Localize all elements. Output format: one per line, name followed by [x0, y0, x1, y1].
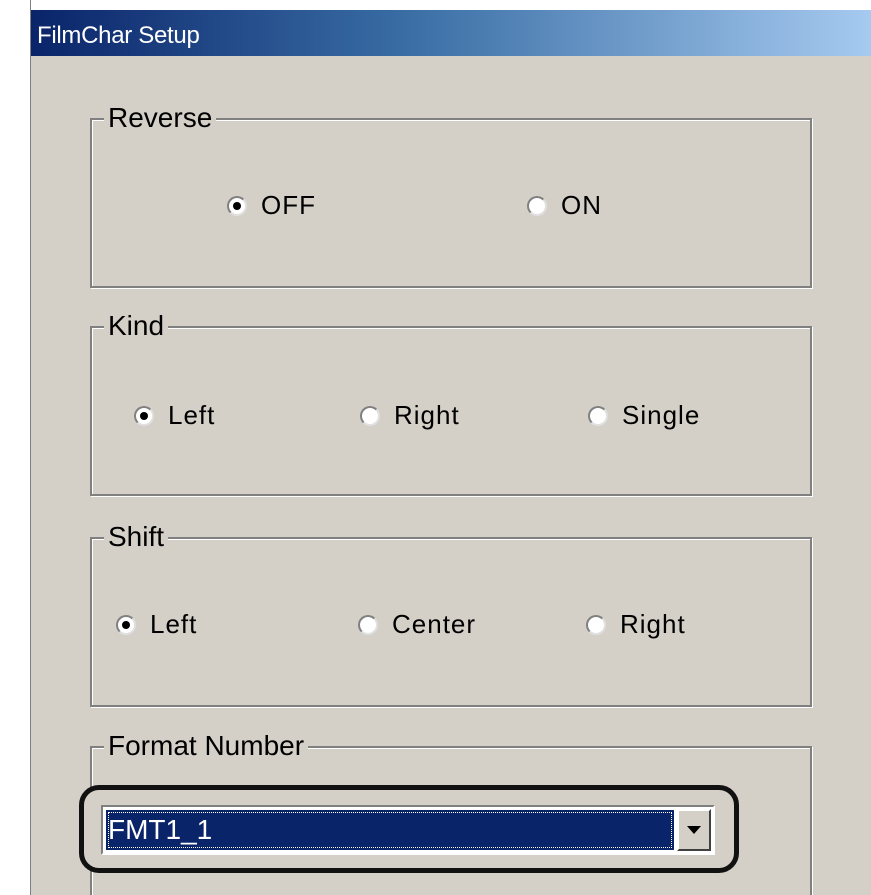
kind-group-label: Kind: [104, 308, 169, 344]
kind-single-label: Single: [622, 400, 701, 430]
format-number-group-label: Format Number: [104, 728, 309, 764]
reverse-off-radio[interactable]: OFF: [227, 190, 316, 221]
shift-left-label: Left: [150, 609, 198, 639]
kind-left-label: Left: [168, 400, 216, 430]
radio-unselected-icon: [360, 405, 380, 426]
shift-right-radio[interactable]: Right: [586, 609, 686, 640]
kind-right-label: Right: [394, 400, 460, 430]
shift-center-radio[interactable]: Center: [358, 609, 476, 640]
format-number-value[interactable]: FMT1_1: [106, 810, 674, 850]
kind-right-radio[interactable]: Right: [360, 400, 460, 431]
window-title: FilmChar Setup: [37, 22, 200, 49]
radio-selected-icon: [134, 405, 154, 426]
radio-selected-icon: [227, 195, 247, 216]
filmchar-setup-dialog: FilmChar Setup Reverse OFF ON Kind Left …: [30, 0, 871, 895]
format-number-dropdown[interactable]: FMT1_1: [101, 805, 715, 855]
reverse-group: Reverse OFF ON: [90, 100, 812, 288]
shift-group: Shift Left Center Right: [90, 519, 812, 707]
title-bar[interactable]: FilmChar Setup: [31, 0, 871, 56]
reverse-on-radio[interactable]: ON: [527, 190, 602, 221]
kind-left-radio[interactable]: Left: [134, 400, 215, 431]
format-number-highlight: FMT1_1: [79, 785, 739, 873]
reverse-off-label: OFF: [261, 190, 316, 220]
radio-unselected-icon: [586, 614, 606, 635]
kind-group: Kind Left Right Single: [90, 308, 812, 496]
shift-center-label: Center: [392, 609, 477, 639]
kind-single-radio[interactable]: Single: [588, 400, 700, 431]
dropdown-button[interactable]: [677, 809, 711, 851]
reverse-on-label: ON: [561, 190, 602, 220]
shift-right-label: Right: [620, 609, 686, 639]
radio-unselected-icon: [588, 405, 608, 426]
radio-unselected-icon: [358, 614, 378, 635]
radio-unselected-icon: [527, 195, 547, 216]
reverse-group-label: Reverse: [104, 100, 217, 136]
shift-group-label: Shift: [104, 519, 169, 555]
radio-selected-icon: [116, 614, 136, 635]
shift-left-radio[interactable]: Left: [116, 609, 197, 640]
chevron-down-icon: [687, 826, 701, 834]
